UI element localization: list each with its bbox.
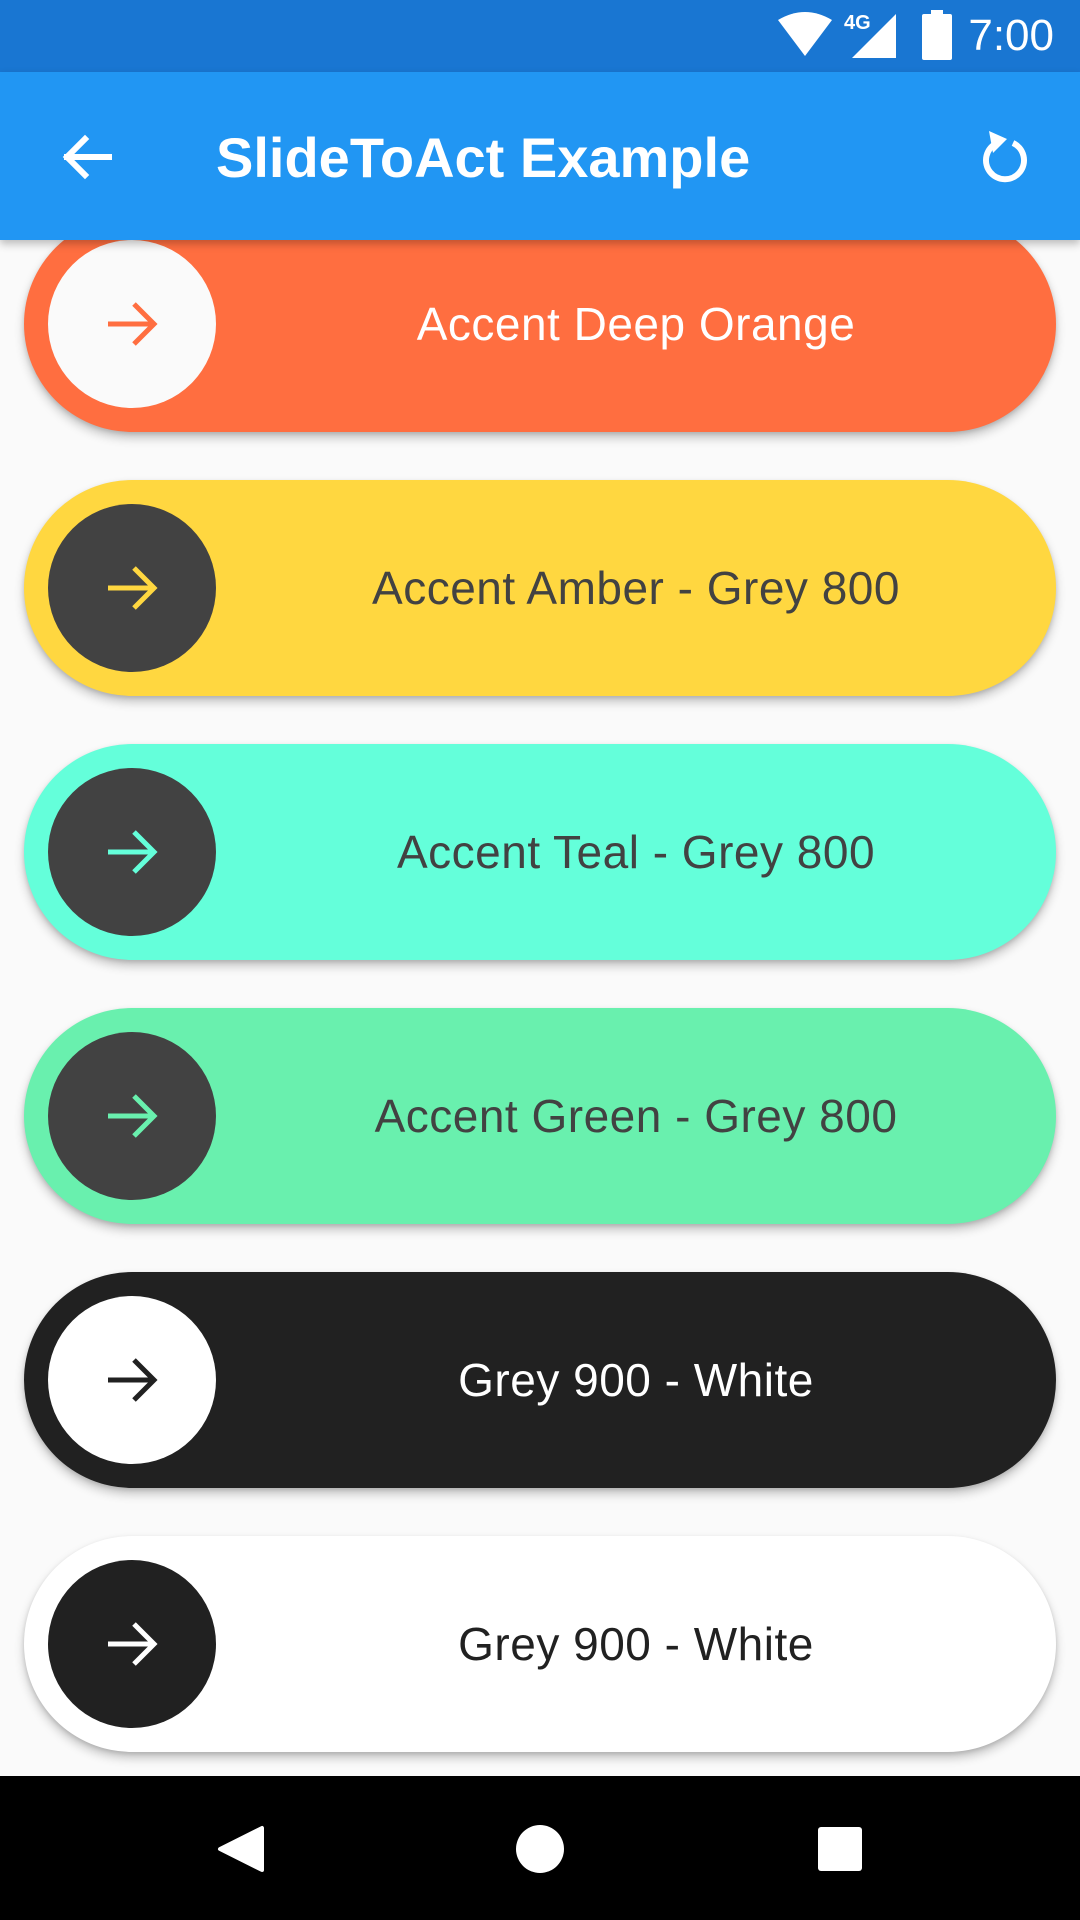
- slider-knob[interactable]: [48, 240, 216, 408]
- slider-label: Accent Teal - Grey 800: [396, 826, 876, 878]
- slide-to-act-teal[interactable]: Accent Teal - Grey 800: [24, 744, 1056, 960]
- slider-label: Grey 900 - White: [458, 1354, 814, 1406]
- slider-label: Accent Amber - Grey 800: [372, 562, 900, 614]
- slider-knob[interactable]: [48, 1032, 216, 1200]
- slider-knob[interactable]: [48, 768, 216, 936]
- slide-to-act-grey-900[interactable]: Grey 900 - White: [24, 1272, 1056, 1488]
- slider-knob[interactable]: [48, 1296, 216, 1464]
- slide-to-act-green[interactable]: Accent Green - Grey 800: [24, 1008, 1056, 1224]
- slider-label: Accent Green - Grey 800: [374, 1090, 898, 1142]
- status-time: 7:00: [968, 11, 1054, 60]
- slide-to-act-amber[interactable]: Accent Amber - Grey 800: [24, 480, 1056, 696]
- slider-knob[interactable]: [48, 1560, 216, 1728]
- app-bar: SlideToAct Example: [0, 72, 1080, 240]
- battery-icon: [922, 10, 952, 65]
- app-title: SlideToAct Example: [216, 126, 751, 189]
- slider-label: Grey 900 - White: [458, 1618, 814, 1670]
- navigation-bar: [0, 1776, 1080, 1920]
- slide-to-act-white[interactable]: Grey 900 - White: [24, 1536, 1056, 1752]
- slide-to-act-deep-orange[interactable]: Accent Deep Orange: [24, 240, 1056, 432]
- slider-list: Accent Deep Orange Accent Amber - Grey 8…: [0, 240, 1080, 1776]
- refresh-icon[interactable]: [970, 122, 1040, 192]
- wifi-icon: [778, 12, 832, 61]
- back-triangle-icon[interactable]: [206, 1814, 276, 1884]
- status-bar: 4G 7:00: [0, 0, 1080, 72]
- home-circle-icon[interactable]: [505, 1814, 575, 1884]
- slider-label: Accent Deep Orange: [416, 298, 856, 350]
- recents-square-icon[interactable]: [805, 1814, 875, 1884]
- back-arrow-icon[interactable]: [52, 122, 122, 192]
- slider-knob[interactable]: [48, 504, 216, 672]
- cellular-signal-icon: [852, 14, 896, 63]
